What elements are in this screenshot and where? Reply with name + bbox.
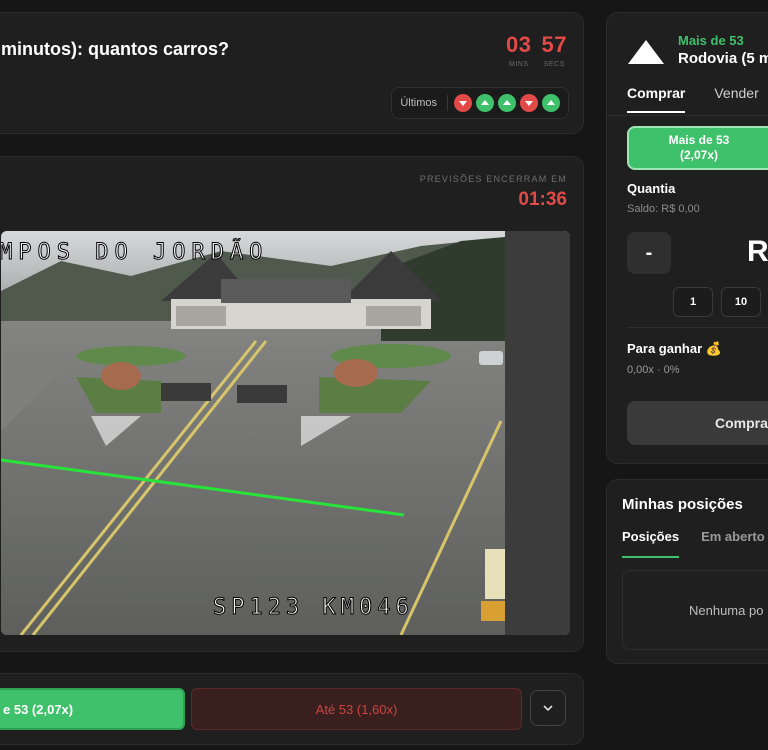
- balance-text: Saldo: R$ 0,00: [627, 203, 700, 215]
- to-win-value: 0,00x · 0%: [627, 364, 680, 376]
- timer-seconds: 57: [541, 32, 567, 57]
- chevron-down-icon: [543, 705, 553, 712]
- trade-tabs: Comprar Vender: [627, 85, 759, 113]
- bet-under-button[interactable]: Até 53 (1,60x): [191, 688, 522, 730]
- divider: [627, 327, 768, 328]
- timer-minutes-label: MINS: [509, 61, 529, 68]
- countdown-timer: 03 MINS 57 SECS: [506, 32, 567, 68]
- camera-overlay-title: MPOS DO JORDÃO: [1, 238, 268, 265]
- market-title: Rodovia (5 m: [678, 50, 768, 67]
- quantity-label: Quantia: [627, 181, 676, 196]
- divider: [607, 115, 768, 116]
- to-win-label: Para ganhar 💰: [627, 341, 722, 356]
- positions-panel: Minhas posições Posições Em aberto Nenhu…: [606, 479, 768, 664]
- divider: [447, 95, 448, 111]
- result-up-icon: [476, 94, 494, 112]
- recent-results-label: Últimos: [400, 97, 437, 109]
- amount-input[interactable]: R: [747, 235, 768, 269]
- selected-outcome-label: Mais de 53: [668, 133, 730, 147]
- predictions-close-label: PREVISÕES ENCERRAM EM: [419, 174, 567, 184]
- chip-10[interactable]: 10: [721, 287, 761, 317]
- tab-vender[interactable]: Vender: [714, 85, 758, 113]
- result-up-icon: [542, 94, 560, 112]
- predictions-close-timer: 01:36: [518, 189, 567, 210]
- tab-em-aberto[interactable]: Em aberto: [701, 529, 765, 558]
- result-down-icon: [454, 94, 472, 112]
- selected-outcome-odds: (2,07x): [679, 148, 719, 162]
- market-triangle-icon: [628, 40, 664, 64]
- question-title: minutos): quantos carros?: [1, 39, 230, 59]
- buy-button[interactable]: Compra: [627, 401, 768, 445]
- expand-button[interactable]: [530, 690, 566, 726]
- timer-seconds-label: SECS: [543, 61, 565, 68]
- result-up-icon: [498, 94, 516, 112]
- recent-results: Últimos: [391, 87, 569, 119]
- camera-panel: PREVISÕES ENCERRAM EM 01:36 MPOS DO JORD…: [0, 156, 584, 652]
- tab-comprar[interactable]: Comprar: [627, 85, 686, 113]
- tab-posicoes[interactable]: Posições: [622, 529, 680, 558]
- result-down-icon: [520, 94, 538, 112]
- positions-tabs: Posições Em aberto: [622, 529, 765, 558]
- camera-overlay-location: SP123 KM046: [213, 595, 414, 620]
- market-tag: Mais de 53: [678, 33, 744, 48]
- camera-feed: MPOS DO JORDÃO SP123 KM046: [1, 231, 570, 635]
- bet-panel: e 53 (2,07x) Até 53 (1,60x): [0, 673, 584, 745]
- bet-over-button[interactable]: e 53 (2,07x): [0, 688, 185, 730]
- selected-outcome-button[interactable]: Mais de 53 (2,07x): [627, 126, 768, 170]
- trade-panel: Mais de 53 Rodovia (5 m Comprar Vender M…: [606, 12, 768, 464]
- chip-1[interactable]: 1: [673, 287, 713, 317]
- positions-title: Minhas posições: [622, 496, 743, 513]
- empty-state: Nenhuma po: [622, 570, 768, 650]
- decrease-button[interactable]: -: [627, 232, 671, 274]
- timer-minutes: 03: [506, 32, 532, 57]
- question-panel: minutos): quantos carros? 03 MINS 57 SEC…: [0, 12, 584, 134]
